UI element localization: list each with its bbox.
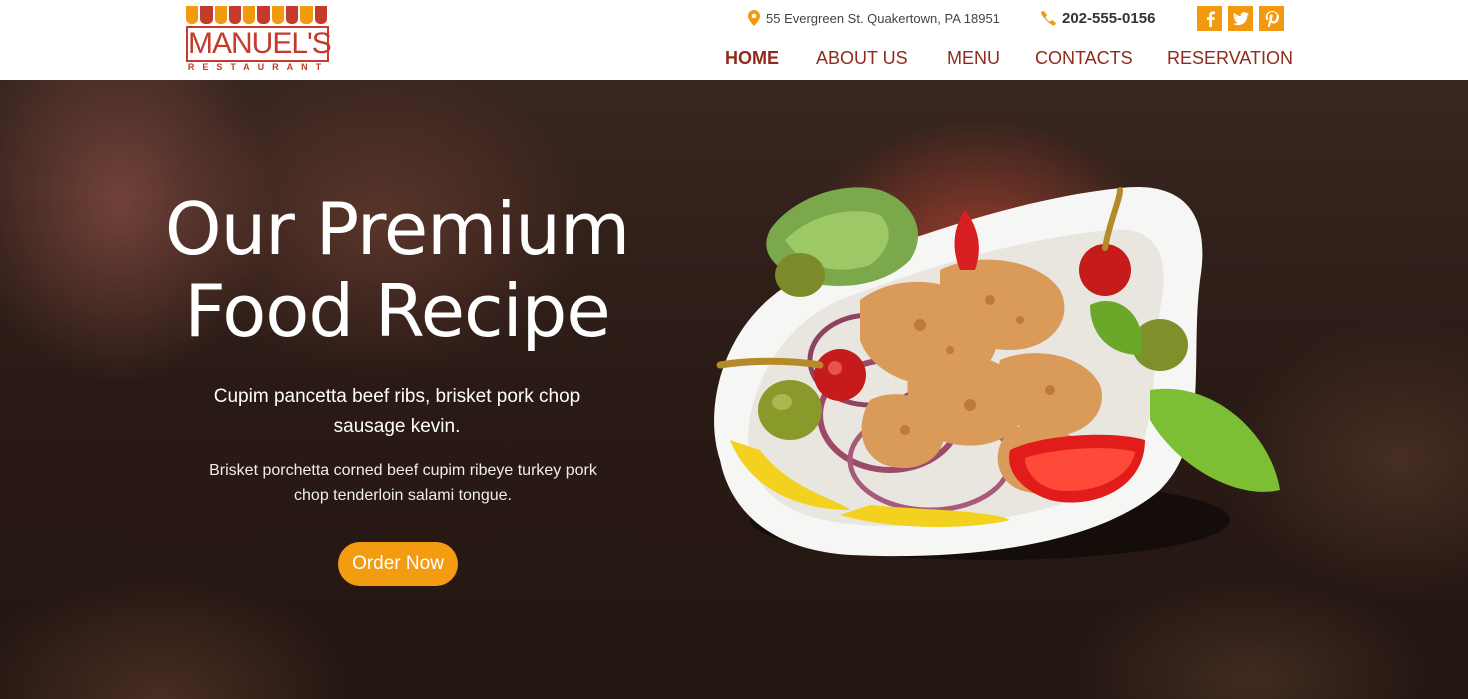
phone-info: 202-555-0156 (1041, 8, 1155, 28)
logo-awning (186, 6, 329, 24)
twitter-icon[interactable] (1228, 6, 1253, 31)
dish-image (714, 186, 1280, 560)
hero-section: Our Premium Food Recipe Cupim pancetta b… (0, 80, 1468, 699)
address-text: 55 Evergreen St. Quakertown, PA 18951 (766, 10, 1000, 26)
nav-menu[interactable]: MENU (947, 46, 1000, 70)
nav-home[interactable]: HOME (725, 46, 779, 70)
restaurant-logo[interactable]: MANUEL'S RESTAURANT (186, 6, 332, 72)
address-info: 55 Evergreen St. Quakertown, PA 18951 (748, 8, 1000, 28)
logo-name: MANUEL'S (186, 26, 332, 62)
facebook-icon[interactable] (1197, 6, 1222, 31)
site-header: MANUEL'S RESTAURANT 55 Evergreen St. Qua… (0, 0, 1468, 80)
hero-title: Our Premium Food Recipe (140, 188, 654, 352)
logo-tagline: RESTAURANT (187, 62, 330, 72)
hero-title-line-1: Our Premium (164, 187, 630, 271)
hero-description: Brisket porchetta corned beef cupim ribe… (209, 462, 597, 504)
pinterest-icon[interactable] (1259, 6, 1284, 31)
social-links (1197, 6, 1284, 31)
hero-title-line-2: Food Recipe (184, 269, 610, 353)
order-now-button[interactable]: Order Now (338, 542, 458, 586)
nav-about-us[interactable]: ABOUT US (816, 46, 908, 70)
nav-reservation[interactable]: RESERVATION (1167, 46, 1293, 70)
phone-icon (1041, 10, 1056, 25)
hero-subtitle: Cupim pancetta beef ribs, brisket pork c… (213, 386, 581, 437)
nav-contacts[interactable]: CONTACTS (1035, 46, 1133, 70)
map-pin-icon (748, 10, 760, 26)
phone-text[interactable]: 202-555-0156 (1062, 10, 1155, 27)
